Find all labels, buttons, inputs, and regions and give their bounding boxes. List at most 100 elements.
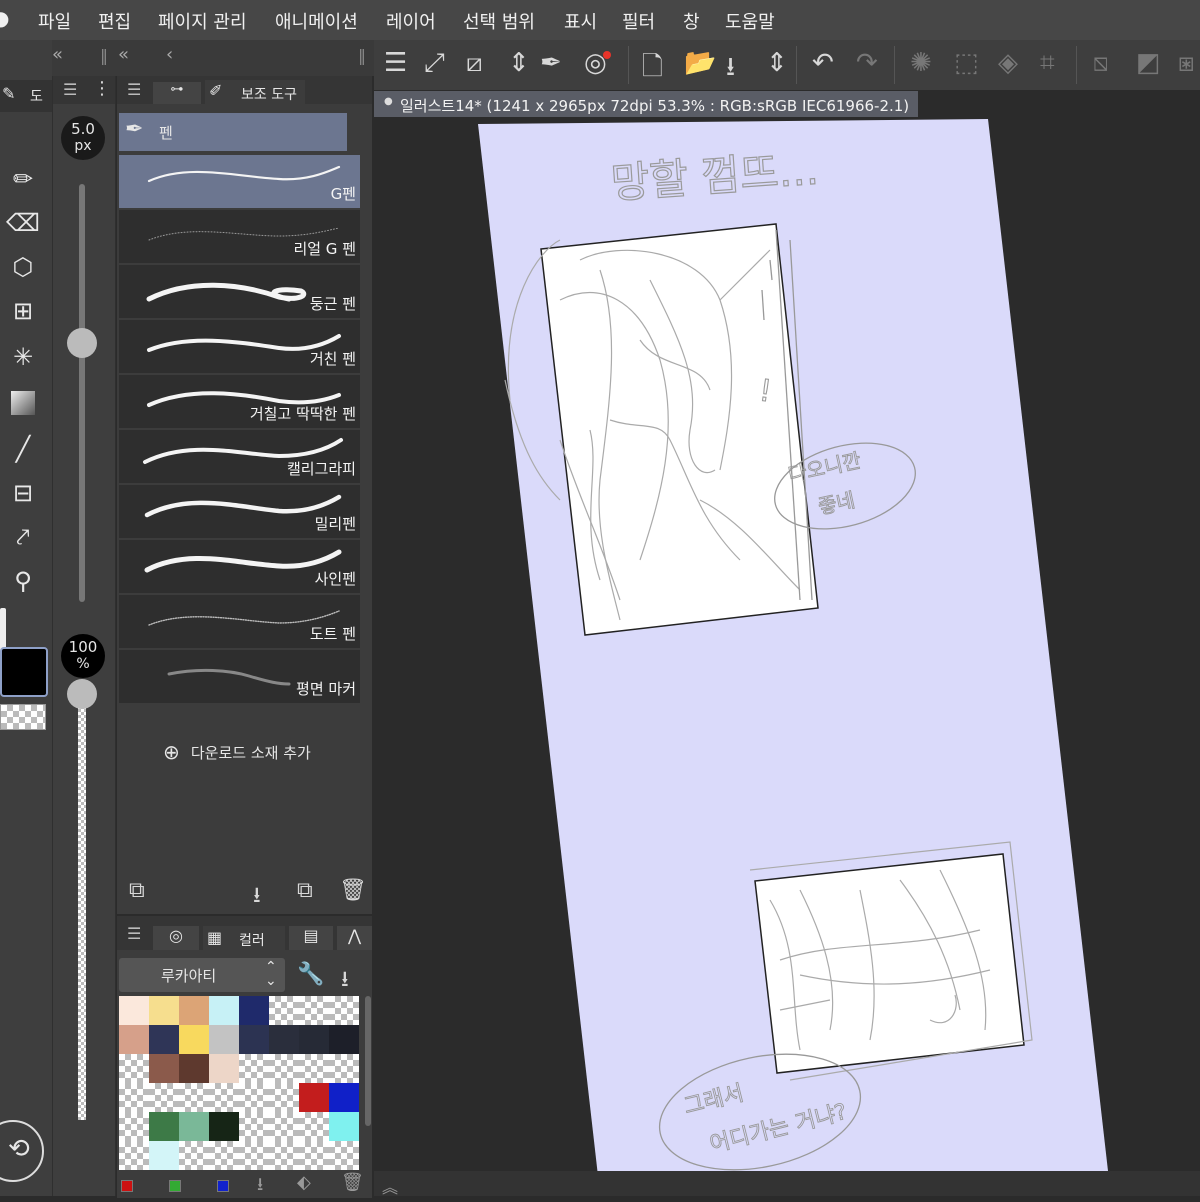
color-swatch[interactable] (329, 1054, 359, 1083)
color-swatch[interactable] (299, 1054, 329, 1083)
color-swatch[interactable] (239, 1141, 269, 1170)
color-swatch[interactable] (329, 996, 359, 1025)
color-swatch[interactable] (119, 1141, 149, 1170)
color-swatch[interactable] (269, 1025, 299, 1054)
undo-icon[interactable]: ↶ (812, 48, 834, 78)
color-swatch[interactable] (119, 1083, 149, 1112)
film-tab-icon[interactable]: ▤ (289, 926, 333, 950)
color-swatch[interactable] (239, 1112, 269, 1141)
color-swatch[interactable] (179, 1141, 209, 1170)
color-swatch[interactable] (179, 996, 209, 1025)
fit-canvas-icon[interactable]: ⤢ (424, 48, 445, 79)
transform-icon[interactable]: ⧄ (466, 48, 483, 79)
trash-icon[interactable]: 🗑 (339, 878, 367, 903)
blue-swatch-indicator[interactable] (217, 1180, 229, 1192)
duplicate-icon[interactable]: ⧉ (297, 878, 313, 903)
menu-animation[interactable]: 애니메이션 (275, 8, 358, 34)
color-swatch[interactable] (119, 1054, 149, 1083)
fill-tool-icon[interactable]: ⬡ (6, 250, 40, 284)
add-color-icon[interactable]: ⬖ (297, 1172, 311, 1193)
menu-layer[interactable]: 레이어 (386, 8, 436, 34)
document-tab[interactable]: ● 일러스트14* (1241 x 2965px 72dpi 53.3% : R… (374, 91, 918, 117)
color-swatch[interactable] (299, 1112, 329, 1141)
color-swatch[interactable] (299, 996, 329, 1025)
pen-tool-icon[interactable]: ✒ (540, 48, 562, 78)
color-swatch[interactable] (149, 1141, 179, 1170)
color-swatch[interactable] (269, 1141, 299, 1170)
chevron-left-icon[interactable]: ‹ (166, 44, 173, 65)
open-folder-icon[interactable]: 📂 (684, 48, 716, 78)
selection-icon[interactable]: ⬚ (954, 48, 979, 78)
loading-icon[interactable]: ✺ (910, 48, 932, 78)
brush-item[interactable]: 평면 마커 (119, 650, 360, 705)
ruler-tool-icon[interactable]: ⊟ (6, 476, 40, 510)
transparent-color-swatch[interactable] (0, 704, 46, 730)
menu-icon[interactable]: ☰ (127, 924, 141, 943)
color-swatch[interactable] (149, 996, 179, 1025)
quick-access-icon[interactable]: ⟲ (0, 1120, 44, 1182)
tool-property-tab-icon[interactable]: ⊶ (153, 82, 201, 104)
color-swatch[interactable] (329, 1141, 359, 1170)
color-wheel-tab-icon[interactable]: ◎ (153, 926, 199, 950)
color-swatch[interactable] (149, 1083, 179, 1112)
color-swatch[interactable] (269, 1112, 299, 1141)
color-swatch[interactable] (119, 996, 149, 1025)
menu-page-management[interactable]: 페이지 관리 (158, 8, 247, 34)
eyedropper-icon[interactable]: ⚲ (6, 564, 40, 598)
new-file-icon[interactable]: 🗋 (642, 48, 663, 92)
menu-window[interactable]: 창 (683, 8, 700, 34)
menu-view[interactable]: 표시 (564, 8, 597, 34)
menu-selection[interactable]: 선택 범위 (463, 8, 535, 34)
main-color-swatch[interactable] (0, 647, 48, 697)
grid-tool-icon[interactable]: ⊞ (6, 294, 40, 328)
color-swatch[interactable] (299, 1025, 329, 1054)
brush-item[interactable]: 거친 펜 (119, 320, 360, 375)
sub-tool-group-pen[interactable]: ✒ 펜 (119, 113, 347, 151)
brush-item[interactable]: 밀리펜 (119, 485, 360, 540)
color-swatch[interactable] (239, 1025, 269, 1054)
color-swatch[interactable] (209, 1025, 239, 1054)
hamburger-menu-icon[interactable]: ☰ (384, 48, 407, 78)
menu-filter[interactable]: 필터 (622, 8, 655, 34)
color-swatch[interactable] (269, 1083, 299, 1112)
brush-size-slider-track[interactable] (79, 184, 85, 602)
transform-box-icon[interactable]: ⌗ (1040, 48, 1055, 79)
brush-item[interactable]: 거칠고 딱딱한 펜 (119, 375, 360, 430)
chevron-updown-icon[interactable]: ⇕ (766, 48, 788, 78)
color-swatch[interactable] (149, 1025, 179, 1054)
wrench-icon[interactable]: 🔧 (297, 962, 324, 987)
canvas-drawing[interactable]: 망할 껌뜨... ! 다오니깐 좋네 그래서 어디가는 거냐? (374, 117, 1200, 1171)
color-swatch[interactable] (329, 1083, 359, 1112)
green-swatch-indicator[interactable] (169, 1180, 181, 1192)
color-set-select[interactable]: 루카아티 ⌃ ⌄ (119, 958, 285, 992)
import-icon[interactable]: ⭳ (341, 962, 349, 1000)
color-swatch[interactable] (239, 1054, 269, 1083)
trash-icon[interactable]: 🗑 (341, 1172, 364, 1193)
opacity-slider-thumb[interactable] (67, 679, 97, 709)
color-swatch[interactable] (239, 1083, 269, 1112)
vector-tool-icon[interactable]: ⤤ (6, 520, 40, 554)
color-swatch[interactable] (179, 1025, 209, 1054)
import-icon[interactable]: ⭳ (253, 878, 261, 916)
fill-bucket-icon[interactable]: ◈ (998, 48, 1018, 78)
menu-file[interactable]: 파일 (38, 8, 71, 34)
brush-item[interactable]: 둥근 펜 (119, 265, 360, 320)
swatch-import-icon[interactable]: ⭳ (257, 1172, 263, 1202)
color-swatch[interactable] (179, 1083, 209, 1112)
color-swatch[interactable] (179, 1054, 209, 1083)
color-swatch[interactable] (239, 996, 269, 1025)
color-swatch[interactable] (149, 1054, 179, 1083)
sub-tool-tab[interactable]: ✐ 보조 도구 (205, 80, 305, 104)
brush-item[interactable]: 도트 펜 (119, 595, 360, 650)
color-swatch[interactable] (299, 1141, 329, 1170)
color-swatch[interactable] (119, 1112, 149, 1141)
line-tool-icon[interactable]: ╱ (6, 432, 40, 466)
app-logo-icon[interactable]: ● (0, 6, 9, 30)
color-swatch[interactable] (329, 1025, 359, 1054)
magic-wand-icon[interactable]: ✳ (6, 340, 40, 374)
color-swatch[interactable] (209, 1141, 239, 1170)
chevron-updown-icon[interactable]: ⇕ (508, 48, 530, 78)
collapse-left-icon[interactable]: « (118, 44, 129, 65)
sub-tool-settings-icon[interactable]: ⧉ (129, 878, 145, 903)
color-swatch[interactable] (269, 1054, 299, 1083)
